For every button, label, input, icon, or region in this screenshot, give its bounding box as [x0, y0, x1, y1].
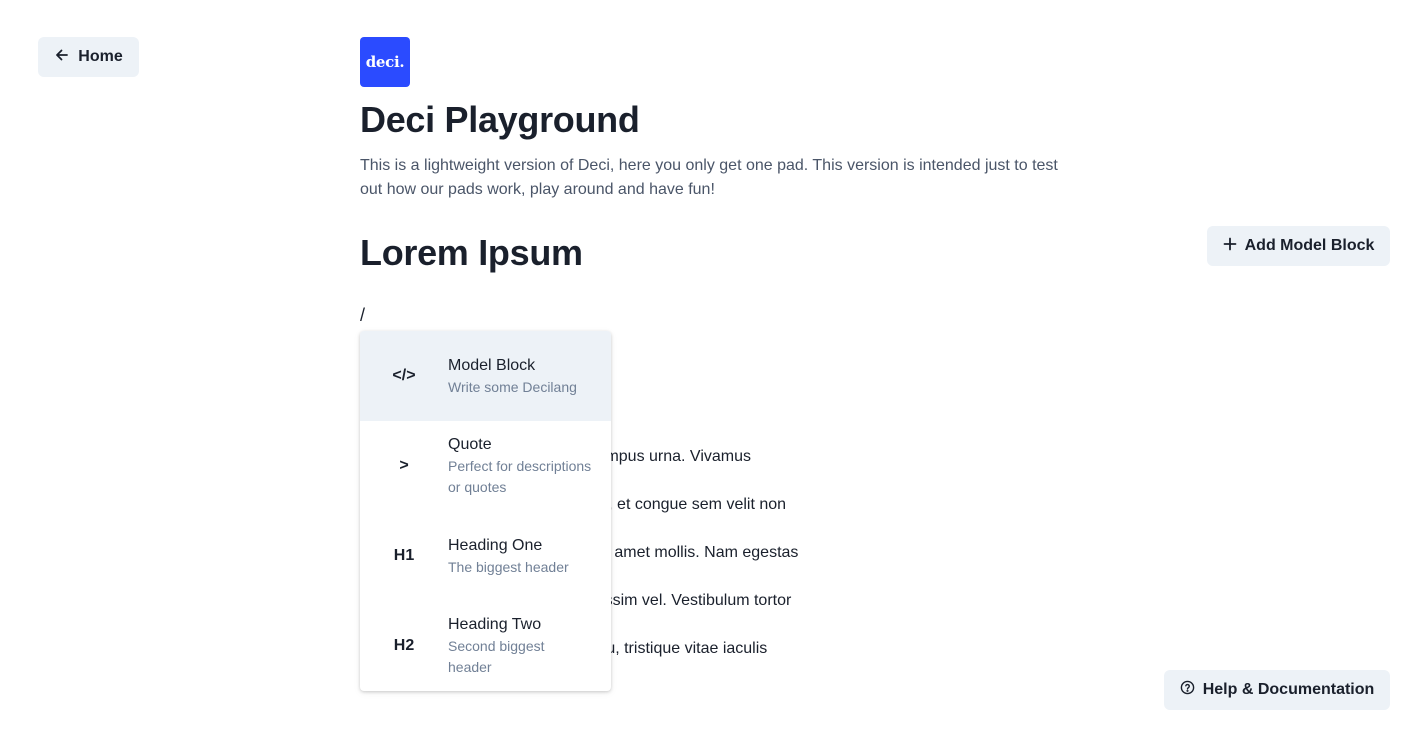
- plus-icon: [1223, 237, 1237, 256]
- help-documentation-button[interactable]: Help & Documentation: [1164, 670, 1390, 710]
- heading-two-icon: H2: [393, 637, 415, 654]
- menu-item-label: Heading Two: [448, 616, 542, 633]
- menu-item-description: Write some Decilang: [448, 378, 577, 395]
- page: Home deci. Deci Playground This is a lig…: [0, 0, 1421, 740]
- add-model-block-label: Add Model Block: [1244, 237, 1375, 254]
- menu-item-label: Model Block: [448, 356, 536, 374]
- menu-item-model-block[interactable]: </> Model Block Write some Decilang: [360, 331, 611, 421]
- menu-item-description: Second biggest header: [448, 638, 545, 675]
- heading-one-icon: H1: [393, 547, 415, 564]
- menu-item-description: The biggest header: [448, 558, 569, 575]
- home-button[interactable]: Home: [38, 37, 139, 77]
- logo-text: deci.: [365, 53, 405, 71]
- menu-item-label: Quote: [448, 436, 492, 453]
- help-button-label: Help & Documentation: [1202, 681, 1375, 698]
- home-button-label: Home: [78, 48, 123, 65]
- menu-item-quote[interactable]: > Quote Perfect for descriptions or quot…: [360, 421, 611, 511]
- code-icon: </>: [392, 367, 416, 384]
- menu-item-heading-two[interactable]: H2 Heading Two Second biggest header: [360, 601, 611, 691]
- arrow-left-icon: [54, 47, 70, 68]
- add-model-block-button[interactable]: Add Model Block: [1207, 226, 1390, 266]
- slash-command-menu: </> Model Block Write some Decilang > Qu…: [360, 331, 611, 691]
- editor-current-line[interactable]: /: [360, 305, 365, 326]
- quote-icon: >: [399, 457, 409, 474]
- page-description: This is a lightweight version of Deci, h…: [360, 157, 1058, 198]
- question-circle-icon: [1180, 680, 1195, 700]
- deci-logo: deci.: [360, 37, 410, 87]
- menu-item-heading-one[interactable]: H1 Heading One The biggest header: [360, 511, 611, 601]
- menu-item-description: Perfect for descriptions or quotes: [448, 458, 592, 495]
- pad-title[interactable]: Lorem Ipsum: [360, 232, 583, 274]
- menu-item-label: Heading One: [448, 536, 543, 554]
- page-title: Deci Playground: [360, 99, 640, 140]
